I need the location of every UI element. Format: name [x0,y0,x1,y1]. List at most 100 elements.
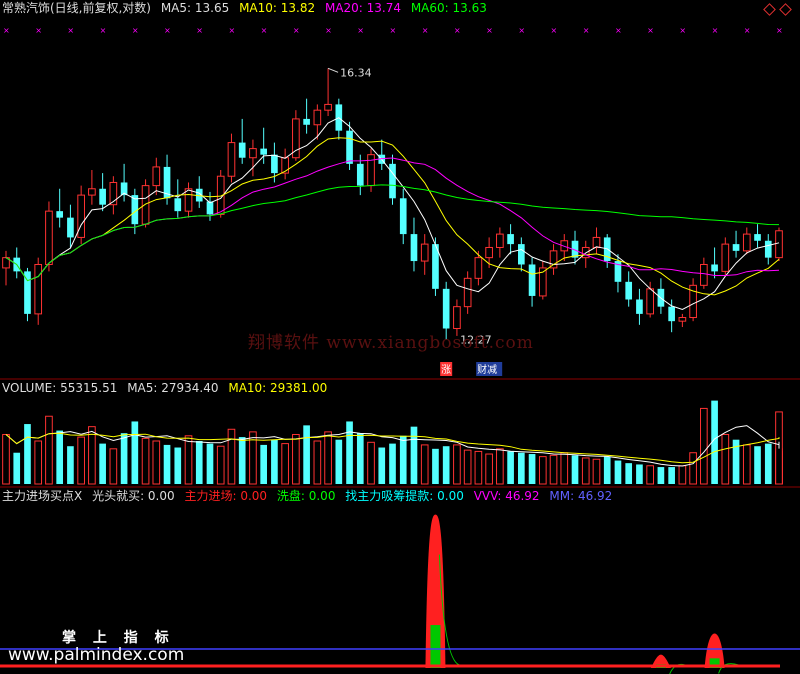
volume-bar [206,443,214,484]
volume-bar [754,446,761,484]
indicator-header: 主力进场买点X 光头就买: 0.00 主力进场: 0.00 洗盘: 0.00 找… [2,489,618,503]
signal-marker: × [744,26,751,35]
candle-body [206,201,214,215]
zhuli-value: 主力进场: 0.00 [184,489,268,503]
volume-bar [335,439,343,484]
volume-bar [163,444,171,484]
candle-body [99,188,106,205]
volume-bar [721,433,730,485]
volume-bar [281,443,289,485]
volume-bar [646,465,654,485]
candle-body [271,154,278,174]
volume-bar [141,437,150,485]
candle-body [528,264,536,296]
volume-bar [463,449,472,485]
candle-body [625,281,633,300]
candle-body [485,246,493,259]
high-pointer [327,67,339,73]
volume-bar [625,463,633,484]
signal-marker: × [3,26,10,35]
signal-marker: × [551,26,558,35]
candle-body [389,163,396,199]
candle-body [420,243,429,262]
volume-bar [432,448,439,484]
volume-bar [367,441,375,485]
volume-ma5: MA5: 27934.40 [127,381,219,395]
volume-bar [518,452,525,484]
volume-bar [313,440,322,485]
candle-body [453,306,461,330]
high-label: 16.34 [340,66,372,79]
watermark: 翔博软件 www.xiangbosoft.com [248,333,534,353]
volume-bar [399,435,407,484]
candle-body [238,142,246,158]
volume-bar [689,452,697,485]
candle-body [646,288,654,315]
signal-marker: × [390,26,397,35]
volume-bar [356,433,364,484]
ma5-value: MA5: 13.65 [160,1,230,15]
ma60-value: MA60: 13.63 [410,1,487,15]
candle-body [474,257,483,279]
candle-body [742,233,751,252]
signal-marker: × [196,26,203,35]
candle-body [367,154,375,187]
volume-bar [389,443,396,484]
candle-body [442,288,450,329]
volume-bar [485,453,493,485]
vvv-value: VVV: 46.92 [473,489,540,503]
volume-bar [442,446,450,484]
ma20-value: MA20: 13.74 [324,1,401,15]
candle-body [249,148,257,159]
volume-bar [668,467,675,484]
candle-body [549,250,558,269]
candle-body [260,148,267,155]
volume-bar [614,460,622,484]
volume-bar [45,415,53,485]
signal-marker: × [422,26,429,35]
ma10-value: MA10: 13.82 [239,1,316,15]
price-header: 常熟汽饰(日线,前复权,对数) MA5: 13.65 MA10: 13.82 M… [2,1,493,15]
volume-bar [420,444,429,485]
volume-bar [174,447,182,484]
ma-line-ma5 [5,117,780,311]
candle-body [678,317,687,322]
candle-body [184,188,193,212]
volume-bar [216,445,225,485]
signal-marker: × [583,26,590,35]
rise-flag: 涨 [441,364,451,376]
candle-body [303,118,310,125]
volume-bar [528,454,536,484]
candle-body [463,277,472,308]
signal-marker: × [712,26,719,35]
volume-bar [581,457,590,485]
volume-bar [13,452,21,484]
volume-bar [549,454,558,485]
volume-bar [764,443,772,484]
signal-marker: × [518,26,525,35]
volume-bar [131,421,139,484]
volume-bar [700,407,708,485]
indicator-title: 主力进场买点X [2,489,83,503]
volume-bar [496,448,504,485]
signal-marker: × [132,26,139,35]
candle-body [721,243,730,272]
stock-chart: × × × × × × × × × × × × × × × × × × × × × × × × × 16.34 12.27 涨财减 常… [0,0,800,674]
signal-marker: × [100,26,107,35]
stock-title: 常熟汽饰(日线,前复权,对数) [2,1,151,15]
footer-url: www.palmindex.com [8,645,185,665]
volume-bar [742,444,751,485]
volume-bar [474,450,483,485]
volume-bar [292,433,300,485]
signal-marker: × [325,26,332,35]
candle-body [227,142,236,177]
signal-marker: × [776,26,783,35]
candle-body [67,217,74,238]
volume-bar [56,430,64,484]
candle-body [518,244,525,265]
volume-bar [227,428,236,485]
candle-body [34,263,43,315]
signal-marker: × [293,26,300,35]
mm-value: MM: 46.92 [549,489,613,503]
volume-bar [109,448,118,485]
